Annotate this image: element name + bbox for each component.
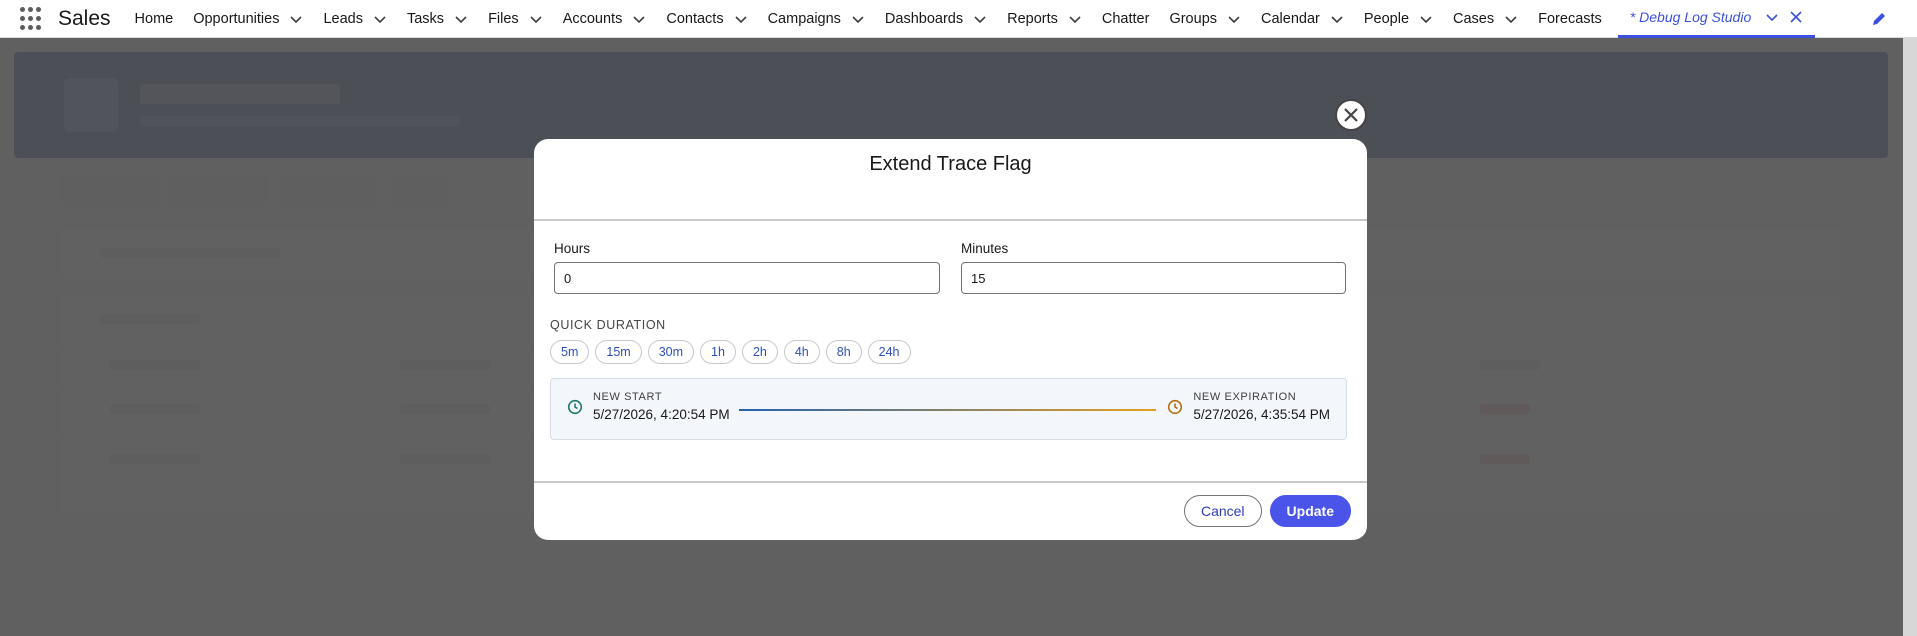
nav-item-label: Campaigns (767, 10, 841, 27)
nav-item-label: Contacts (666, 10, 724, 27)
close-icon (1344, 108, 1358, 122)
new-start-caption: NEW START (593, 391, 663, 403)
nav-item-label: Cases (1453, 10, 1495, 27)
chevron-down-icon[interactable] (851, 12, 865, 26)
hours-field: Hours (554, 241, 940, 294)
edit-nav-pencil-icon[interactable] (1871, 11, 1887, 27)
quick-duration-chip-2h[interactable]: 2h (741, 340, 778, 364)
nav-item-files[interactable]: Files (488, 0, 543, 38)
new-expiration-value: 5/27/2026, 4:35:54 PM (1193, 407, 1330, 422)
nav-item-label: Tasks (406, 10, 445, 27)
extend-trace-flag-modal: Extend Trace Flag Hours Minutes QUICK DU… (534, 139, 1367, 540)
nav-item-leads[interactable]: Leads (323, 0, 387, 38)
nav-item-label: Opportunities (193, 10, 280, 27)
modal-body: Hours Minutes QUICK DURATION 5m15m30m1h2… (534, 221, 1367, 483)
nav-item-home[interactable]: Home (135, 0, 174, 38)
chevron-down-icon[interactable] (454, 12, 468, 26)
app-launcher-icon[interactable] (20, 6, 44, 31)
nav-item-label: Forecasts (1538, 10, 1602, 27)
cancel-button[interactable]: Cancel (1183, 494, 1262, 527)
nav-item-people[interactable]: People (1364, 0, 1433, 38)
chevron-down-icon[interactable] (1765, 10, 1779, 24)
chevron-down-icon[interactable] (1419, 12, 1433, 26)
quick-duration-chips: 5m 15m 30m 1h 2h 4h 8h 24h (550, 340, 1347, 364)
duration-timeline: NEW START 5/27/2026, 4:20:54 PM NEW EXPI… (550, 378, 1347, 440)
minutes-label: Minutes (961, 241, 1009, 256)
nav-item-label: Reports (1007, 10, 1058, 27)
minutes-input[interactable] (961, 262, 1346, 294)
quick-duration-chip-30m[interactable]: 30m (647, 340, 695, 364)
quick-duration-label: QUICK DURATION (550, 318, 666, 332)
chevron-down-icon[interactable] (529, 12, 543, 26)
chevron-down-icon[interactable] (1330, 12, 1344, 26)
modal-title: Extend Trace Flag (869, 152, 1032, 175)
quick-duration-chip-4h[interactable]: 4h (783, 340, 820, 364)
hours-label: Hours (554, 241, 591, 256)
nav-item-label: Calendar (1261, 10, 1320, 27)
modal-close-button[interactable] (1335, 99, 1367, 131)
nav-item-reports[interactable]: Reports (1007, 0, 1082, 38)
new-expiration-caption: NEW EXPIRATION (1193, 391, 1297, 403)
nav-item-forecasts[interactable]: Forecasts (1538, 0, 1602, 38)
quick-duration-chip-5m[interactable]: 5m (550, 340, 590, 364)
quick-duration-chip-8h[interactable]: 8h (825, 340, 862, 364)
nav-item-campaigns[interactable]: Campaigns (768, 0, 865, 38)
chevron-down-icon[interactable] (734, 12, 748, 26)
quick-duration-chip-15m[interactable]: 15m (595, 340, 642, 364)
app-name: Sales (58, 6, 111, 30)
nav-item-opportunities[interactable]: Opportunities (193, 0, 303, 38)
nav-item-label: Files (488, 10, 519, 27)
quick-duration-chip-1h[interactable]: 1h (700, 340, 736, 364)
nav-item-chatter[interactable]: Chatter (1102, 0, 1150, 38)
close-tab-icon[interactable] (1789, 10, 1803, 24)
page-scrollbar[interactable] (1903, 38, 1917, 636)
nav-item-label: People (1363, 10, 1410, 27)
nav-item-contacts[interactable]: Contacts (666, 0, 747, 38)
nav-item-label: Dashboards (884, 10, 964, 27)
modal-footer: Cancel Update (534, 483, 1367, 538)
chevron-down-icon[interactable] (1068, 12, 1082, 26)
nav-item-dashboards[interactable]: Dashboards (885, 0, 987, 38)
hours-input[interactable] (554, 262, 940, 294)
nav-item-cases[interactable]: Cases (1453, 0, 1518, 38)
timeline-bar (739, 409, 1156, 411)
new-expiration: NEW EXPIRATION 5/27/2026, 4:35:54 PM (1167, 391, 1330, 422)
clock-icon (1168, 399, 1183, 414)
global-nav: Sales Home Opportunities Leads Tasks Files Ac… (0, 0, 1917, 38)
nav-item-tasks[interactable]: Tasks (407, 0, 468, 38)
quick-duration-chip-24h[interactable]: 24h (867, 340, 911, 364)
chevron-down-icon[interactable] (289, 12, 303, 26)
new-start-value: 5/27/2026, 4:20:54 PM (593, 407, 730, 422)
chevron-down-icon[interactable] (373, 12, 387, 26)
chevron-down-icon[interactable] (1227, 12, 1241, 26)
nav-item-accounts[interactable]: Accounts (563, 0, 647, 38)
nav-item-label: Home (134, 10, 174, 27)
nav-item-label: Accounts (562, 10, 623, 27)
nav-item-label: Chatter (1101, 10, 1150, 27)
tab-debug-log-studio[interactable]: * Debug Log Studio (1617, 0, 1816, 38)
tab-label: * Debug Log Studio (1629, 9, 1752, 25)
update-button[interactable]: Update (1269, 494, 1351, 527)
minutes-field: Minutes (961, 241, 1347, 294)
new-start: NEW START 5/27/2026, 4:20:54 PM (567, 391, 730, 422)
nav-item-groups[interactable]: Groups (1169, 0, 1241, 38)
nav-item-calendar[interactable]: Calendar (1261, 0, 1344, 38)
nav-item-label: Groups (1169, 10, 1218, 27)
chevron-down-icon[interactable] (632, 12, 646, 26)
chevron-down-icon[interactable] (1504, 12, 1518, 26)
chevron-down-icon[interactable] (973, 12, 987, 26)
nav-item-label: Leads (323, 10, 363, 27)
modal-header: Extend Trace Flag (534, 139, 1367, 221)
clock-icon (567, 399, 583, 414)
